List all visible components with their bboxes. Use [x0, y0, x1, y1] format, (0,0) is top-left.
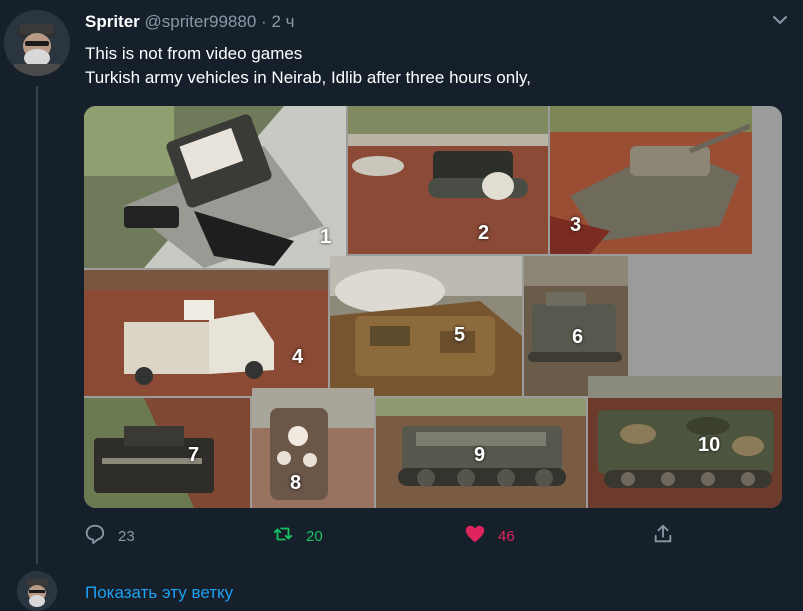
author-avatar-small[interactable]	[17, 571, 57, 611]
author-avatar[interactable]	[4, 10, 70, 76]
photo-tile-7: 7	[84, 398, 250, 508]
tweet-time[interactable]: 2 ч	[271, 12, 294, 31]
photo-tile-9: 9	[376, 398, 586, 508]
retweet-button[interactable]: 20	[272, 520, 323, 552]
tweet-photo-collage[interactable]: 1 2 3 4 5 6 10 7 8 9	[84, 106, 782, 508]
photo-tile-5: 5	[330, 256, 522, 396]
share-button[interactable]	[652, 520, 674, 552]
photo-tile-6: 6	[524, 256, 628, 396]
photo-label: 10	[698, 434, 721, 456]
photo-tile-4: 4	[84, 270, 328, 396]
photo-label: 9	[474, 444, 486, 466]
reply-count: 23	[118, 527, 135, 545]
header-separator: ·	[261, 12, 267, 31]
reply-button[interactable]: 23	[84, 520, 135, 552]
photo-tile-8: 8	[252, 388, 374, 508]
photo-label: 1	[320, 226, 332, 248]
show-thread-link[interactable]: Показать эту ветку	[85, 583, 233, 603]
photo-tile-1: 1	[84, 106, 346, 268]
thread-connector-line	[36, 86, 38, 564]
photo-label: 3	[570, 214, 582, 236]
retweet-icon	[272, 523, 294, 549]
like-count: 46	[498, 527, 515, 545]
like-button[interactable]: 46	[464, 520, 515, 552]
photo-tile-10: 10	[588, 376, 782, 508]
author-name[interactable]: Spriter	[85, 12, 140, 31]
share-icon	[652, 523, 674, 549]
author-handle[interactable]: @spriter99880	[145, 12, 257, 31]
photo-tile-3: 3	[550, 106, 752, 254]
retweet-count: 20	[306, 527, 323, 545]
heart-icon	[464, 523, 486, 549]
photo-label: 4	[292, 346, 304, 368]
chevron-down-icon[interactable]	[770, 10, 790, 30]
tweet-text-line: This is not from video games	[85, 44, 303, 63]
photo-label: 6	[572, 326, 584, 348]
tweet-header: Spriter @spriter99880 · 2 ч	[85, 12, 294, 32]
photo-label: 7	[188, 444, 200, 466]
photo-label: 5	[454, 324, 466, 346]
photo-label: 2	[478, 222, 490, 244]
tweet-text-line: Turkish army vehicles in Neirab, Idlib a…	[85, 68, 531, 87]
tweet-actions: 23 20 46	[84, 520, 684, 552]
photo-tile-2: 2	[348, 106, 548, 254]
photo-label: 8	[290, 472, 302, 494]
tweet-text: This is not from video games Turkish arm…	[85, 42, 531, 90]
reply-icon	[84, 523, 106, 549]
